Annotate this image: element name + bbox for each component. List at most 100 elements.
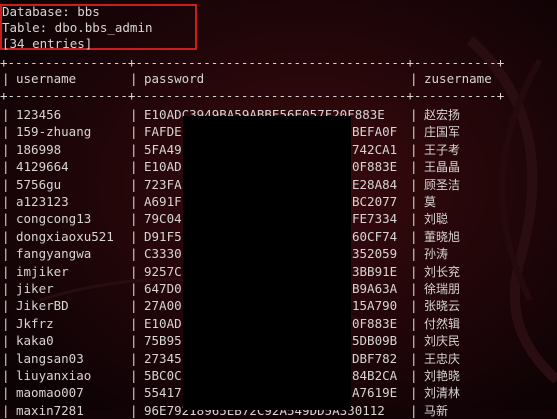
password-cell-prefix: FAFDE — [144, 124, 182, 139]
row-divider: | — [410, 368, 418, 383]
column-header-zusername: zusername — [424, 71, 492, 86]
row-divider: | — [130, 211, 138, 226]
zusername-cell: 刘长兖 — [424, 265, 461, 279]
database-line: Database: bbs — [2, 4, 100, 19]
password-cell-prefix: 27345 — [144, 351, 182, 366]
row-divider: | — [2, 211, 10, 226]
username-cell: Jkfrz — [16, 316, 54, 331]
password-cell-prefix: 27A00 — [144, 298, 182, 313]
zusername-cell: 付然辑 — [424, 317, 461, 331]
row-divider: | — [2, 264, 10, 279]
row-divider: | — [410, 403, 418, 418]
password-cell-suffix: B9A63A — [352, 281, 398, 296]
column-header-password: password — [144, 71, 205, 86]
password-cell-prefix: E10AD — [144, 159, 182, 174]
table-header-divider: | — [410, 71, 418, 86]
row-divider: | — [410, 316, 418, 331]
username-cell: 4129664 — [16, 159, 69, 174]
password-cell-prefix: 75B95 — [144, 333, 182, 348]
row-divider: | — [130, 142, 138, 157]
zusername-cell: 庄国军 — [424, 125, 461, 139]
password-cell-prefix: E10AD — [144, 316, 182, 331]
password-cell-suffix: 352059 — [352, 246, 398, 261]
username-cell: JikerBD — [16, 298, 69, 313]
username-cell: a123123 — [16, 194, 69, 209]
password-cell-prefix: 5BC0C — [144, 368, 182, 383]
password-cell-suffix: 15A790 — [352, 298, 398, 313]
password-cell-suffix: 742CA1 — [352, 142, 398, 157]
row-divider: | — [410, 177, 418, 192]
zusername-cell: 刘聪 — [424, 212, 449, 226]
table-header-divider: | — [130, 71, 138, 86]
row-divider: | — [130, 194, 138, 209]
row-divider: | — [130, 403, 138, 418]
zusername-cell: 赵宏扬 — [424, 108, 461, 122]
zusername-cell: 王子考 — [424, 143, 461, 157]
row-divider: | — [130, 298, 138, 313]
row-divider: | — [410, 385, 418, 400]
entries-line: [34 entries] — [2, 36, 93, 51]
row-divider: | — [130, 281, 138, 296]
row-divider: | — [130, 159, 138, 174]
table-header-divider-left: | — [2, 71, 10, 86]
table-line: Table: dbo.bbs_admin — [2, 20, 153, 35]
row-divider: | — [2, 159, 10, 174]
row-divider: | — [130, 368, 138, 383]
row-divider: | — [2, 298, 10, 313]
row-divider: | — [2, 333, 10, 348]
row-divider: | — [2, 385, 10, 400]
username-cell: jiker — [16, 281, 54, 296]
zusername-cell: 刘清林 — [424, 386, 461, 400]
password-cell-suffix: A7619E — [352, 385, 398, 400]
zusername-cell: 董晓旭 — [424, 230, 461, 244]
row-divider: | — [410, 333, 418, 348]
row-divider: | — [410, 229, 418, 244]
row-divider: | — [2, 124, 10, 139]
row-divider: | — [410, 351, 418, 366]
row-divider: | — [2, 142, 10, 157]
row-divider: | — [130, 177, 138, 192]
password-cell-prefix: 5FA49 — [144, 142, 182, 157]
username-cell: fangyangwa — [16, 246, 92, 261]
row-divider: | — [2, 194, 10, 209]
row-divider: | — [130, 229, 138, 244]
row-divider: | — [410, 194, 418, 209]
row-divider: | — [410, 246, 418, 261]
redaction-block — [183, 116, 351, 410]
zusername-cell: 刘艳晓 — [424, 369, 461, 383]
zusername-cell: 孙涛 — [424, 247, 449, 261]
row-divider: | — [410, 264, 418, 279]
username-cell: 186998 — [16, 142, 62, 157]
row-divider: | — [410, 281, 418, 296]
zusername-cell: 王晶晶 — [424, 160, 461, 174]
row-divider: | — [410, 124, 418, 139]
password-cell-suffix: DBF782 — [352, 351, 398, 366]
row-divider: | — [130, 385, 138, 400]
username-cell: dongxiaoxu521 — [16, 229, 114, 244]
zusername-cell: 刘庆民 — [424, 334, 461, 348]
password-cell-prefix: 647D0 — [144, 281, 182, 296]
username-cell: 159-zhuang — [16, 124, 92, 139]
username-cell: maomao007 — [16, 385, 84, 400]
password-cell-suffix: 0F883E — [352, 159, 398, 174]
password-cell-suffix: BC2077 — [352, 194, 398, 209]
password-cell-prefix: 55417 — [144, 385, 182, 400]
row-divider: | — [2, 368, 10, 383]
password-cell-prefix: 79C04 — [144, 211, 182, 226]
password-cell-prefix: 723FA — [144, 177, 182, 192]
row-divider: | — [410, 107, 418, 122]
zusername-cell: 顾圣洁 — [424, 178, 461, 192]
username-cell: langsan03 — [16, 351, 84, 366]
column-header-username: username — [16, 71, 77, 86]
password-cell-prefix: A691F — [144, 194, 182, 209]
row-divider: | — [2, 229, 10, 244]
password-cell-suffix: 5DB09B — [352, 333, 398, 348]
row-divider: | — [2, 107, 10, 122]
password-cell-suffix: 84B2CA — [352, 368, 398, 383]
table-header-border: +----------------+----------------------… — [0, 88, 505, 103]
username-cell: 123456 — [16, 107, 62, 122]
row-divider: | — [2, 246, 10, 261]
zusername-cell: 张晓云 — [424, 299, 461, 313]
row-divider: | — [2, 177, 10, 192]
username-cell: imjiker — [16, 264, 69, 279]
